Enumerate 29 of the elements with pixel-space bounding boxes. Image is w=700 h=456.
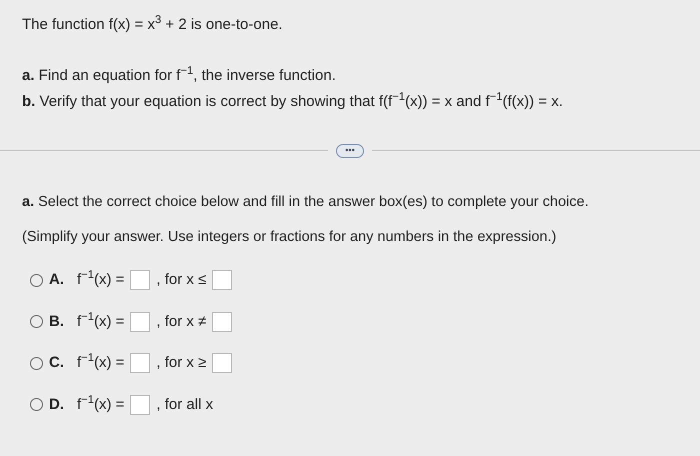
choice-letter: B. <box>49 312 65 332</box>
inverse-expression: f$^{−1}$(x) = <box>77 269 124 290</box>
answer-box[interactable] <box>130 394 150 415</box>
inverse-expression: f$^{−1}$(x) = <box>77 352 124 373</box>
more-button[interactable]: ••• <box>336 144 364 158</box>
condition-text: , for x ≠ <box>156 312 206 332</box>
answer-box[interactable] <box>130 270 150 290</box>
radio-button[interactable] <box>30 315 43 328</box>
radio-button[interactable] <box>30 398 43 412</box>
question-part: a. Find an equation for f$^{−1}$, the inverse function. <box>22 64 337 86</box>
instruction-text: a. Select the correct choice below and fill in the answer box(es) to complete your choice. <box>22 192 590 212</box>
answer-box[interactable] <box>130 353 150 374</box>
answer-box[interactable] <box>212 312 232 332</box>
inverse-expression: f$^{−1}$(x) = <box>77 394 124 414</box>
choice-letter: C. <box>49 353 65 373</box>
choice-letter: D. <box>49 394 65 414</box>
condition-text: , for x ≤ <box>156 270 206 290</box>
answer-box[interactable] <box>212 353 232 374</box>
hint-text: (Simplify your answer. Use integers or fractions for any numbers in the expression.) <box>22 228 558 248</box>
problem-statement: The function f(x) = x$^{3}$ + 2 is one-to-one. <box>22 14 284 35</box>
radio-button[interactable] <box>30 274 43 287</box>
radio-button[interactable] <box>30 356 43 370</box>
answer-box[interactable] <box>130 312 150 332</box>
condition-text: , for x ≥ <box>156 353 206 373</box>
choice-letter: A. <box>49 270 65 290</box>
answer-box[interactable] <box>212 270 232 290</box>
question-part: b. Verify that your equation is correct by showing that f(f$^{−1}$(x)) = x and f$^{−1}$(f(x)) = x. <box>22 91 564 112</box>
condition-text: , for all x <box>156 394 214 414</box>
inverse-expression: f$^{−1}$(x) = <box>77 310 124 332</box>
